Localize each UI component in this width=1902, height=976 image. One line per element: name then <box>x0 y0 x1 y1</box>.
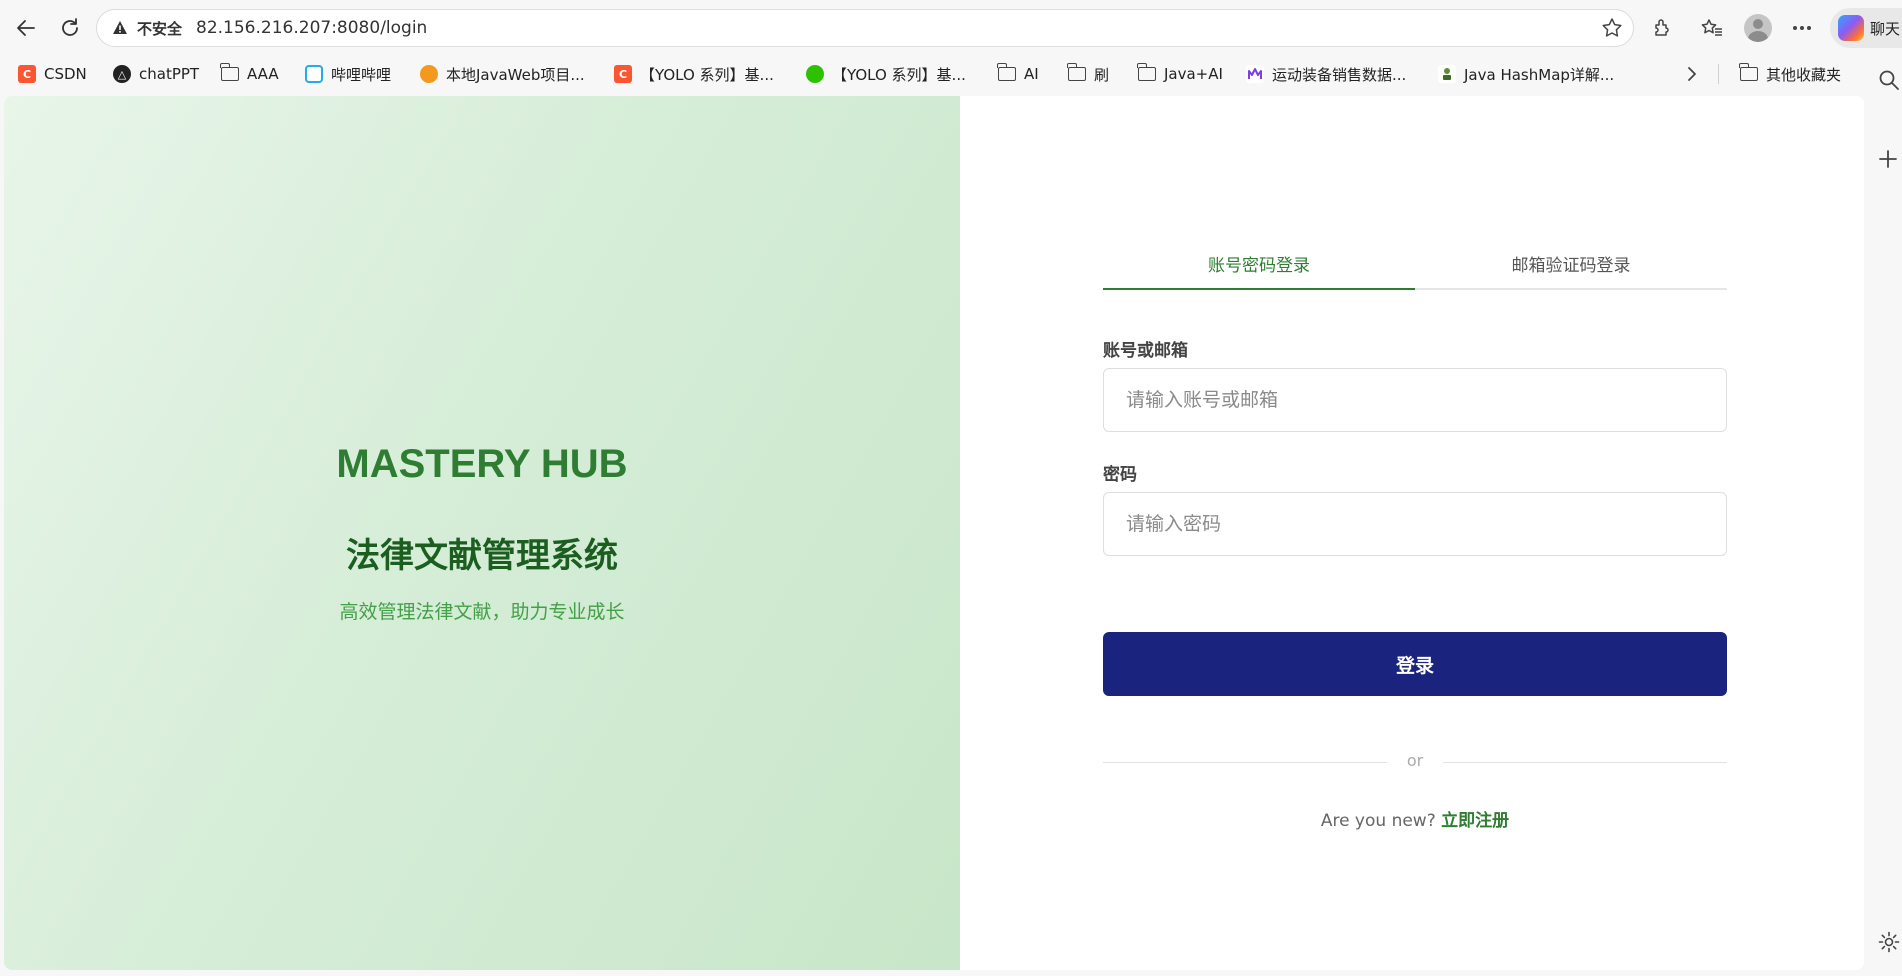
extensions-icon[interactable] <box>1648 14 1676 42</box>
bilibili-icon <box>305 65 323 83</box>
folder-icon <box>997 63 1016 81</box>
divider-line-right <box>1443 762 1727 763</box>
csdn-icon: C <box>614 65 632 83</box>
bookmarks-separator <box>1718 64 1719 84</box>
search-icon[interactable] <box>1878 69 1900 95</box>
insecure-label[interactable]: 不安全 <box>137 18 182 39</box>
folder-icon <box>1137 63 1156 81</box>
password-label: 密码 <box>1103 465 1137 485</box>
bookmark-label: AI <box>1024 65 1039 83</box>
copilot-label: 聊天 <box>1870 19 1901 38</box>
bookmark-bilibili[interactable]: 哔哩哔哩 <box>305 62 391 86</box>
bookmark-label: chatPPT <box>139 65 200 83</box>
tab-password-login[interactable]: 账号密码登录 <box>1103 246 1415 290</box>
bookmarks-overflow-chevron-icon[interactable] <box>1686 62 1698 86</box>
tab-email-code-login[interactable]: 邮箱验证码登录 <box>1415 246 1727 288</box>
page-viewport: MASTERY HUB 法律文献管理系统 高效管理法律文献，助力专业成长 账号密… <box>4 96 1864 970</box>
bookmark-folder-aaa[interactable]: AAA <box>220 62 279 86</box>
password-input[interactable] <box>1103 492 1727 556</box>
register-link[interactable]: 立即注册 <box>1441 811 1509 831</box>
bookmark-label: CSDN <box>44 65 87 83</box>
bookmark-folder-java-ai[interactable]: Java+AI <box>1137 62 1223 86</box>
account-label: 账号或邮箱 <box>1103 341 1188 361</box>
hero-panel: MASTERY HUB 法律文献管理系统 高效管理法律文献，助力专业成长 <box>4 96 960 970</box>
bookmark-label: Java HashMap详解... <box>1464 65 1615 84</box>
favorites-icon[interactable] <box>1698 14 1726 42</box>
profile-avatar[interactable] <box>1744 14 1772 42</box>
folder-icon <box>220 63 239 81</box>
bookmark-csdn[interactable]: C CSDN <box>18 62 87 86</box>
side-panel-strip <box>1864 55 1902 976</box>
login-button[interactable]: 登录 <box>1103 632 1727 696</box>
settings-gear-icon[interactable] <box>1878 931 1900 957</box>
more-icon[interactable] <box>1788 14 1816 42</box>
wechat-icon <box>806 65 824 83</box>
bookmark-label: Java+AI <box>1164 65 1223 83</box>
bookmark-sales[interactable]: 运动装备销售数据... <box>1246 62 1406 86</box>
hero-subtitle: 法律文献管理系统 <box>346 536 618 576</box>
register-row: Are you new? 立即注册 <box>1103 806 1727 831</box>
login-tabs: 账号密码登录 邮箱验证码登录 <box>1103 246 1727 290</box>
refresh-icon[interactable] <box>54 12 86 44</box>
star-icon[interactable] <box>1601 17 1623 39</box>
divider-or: or <box>1390 751 1440 770</box>
warning-icon[interactable] <box>111 19 129 37</box>
browser-toolbar: 不安全 82.156.216.207:8080/login 聊天 <box>0 0 1902 55</box>
bookmark-label: 刷 <box>1094 65 1110 84</box>
sales-icon <box>1246 65 1264 83</box>
register-prompt: Are you new? <box>1320 811 1436 831</box>
login-form-panel: 账号密码登录 邮箱验证码登录 账号或邮箱 密码 登录 or Are you ne… <box>960 96 1864 970</box>
add-icon[interactable] <box>1878 149 1898 173</box>
copilot-icon <box>1838 15 1864 41</box>
bookmark-label: 其他收藏夹 <box>1766 65 1842 84</box>
bookmark-hashmap[interactable]: Java HashMap详解... <box>1438 62 1614 86</box>
hero-title: MASTERY HUB <box>336 442 628 486</box>
folder-icon <box>1067 63 1086 81</box>
bookmark-label: 【YOLO 系列】基... <box>832 65 966 84</box>
bookmark-folder-ai[interactable]: AI <box>997 62 1039 86</box>
bookmark-javaweb[interactable]: 本地JavaWeb项目... <box>420 62 585 86</box>
account-input[interactable] <box>1103 368 1727 432</box>
chatppt-icon: △ <box>113 65 131 83</box>
hero-tagline: 高效管理法律文献，助力专业成长 <box>339 601 625 623</box>
bookmark-label: AAA <box>247 65 279 83</box>
bookmark-label: 运动装备销售数据... <box>1272 65 1407 84</box>
javaweb-icon <box>420 65 438 83</box>
bookmark-other-favorites[interactable]: 其他收藏夹 <box>1739 62 1842 86</box>
bookmark-label: 本地JavaWeb项目... <box>446 65 585 84</box>
url-text[interactable]: 82.156.216.207:8080/login <box>196 18 427 38</box>
hashmap-icon <box>1438 65 1456 83</box>
folder-icon <box>1739 63 1758 81</box>
bookmark-label: 【YOLO 系列】基... <box>640 65 774 84</box>
bookmark-label: 哔哩哔哩 <box>331 65 392 84</box>
back-icon[interactable] <box>10 12 42 44</box>
bookmark-folder-shua[interactable]: 刷 <box>1067 62 1110 86</box>
address-bar[interactable]: 不安全 82.156.216.207:8080/login <box>96 9 1634 47</box>
divider-line-left <box>1103 762 1387 763</box>
copilot-button[interactable]: 聊天 <box>1830 8 1902 48</box>
csdn-icon: C <box>18 65 36 83</box>
bookmark-yolo-wechat[interactable]: 【YOLO 系列】基... <box>806 62 966 86</box>
bookmark-chatppt[interactable]: △ chatPPT <box>113 62 199 86</box>
bookmark-yolo-csdn[interactable]: C 【YOLO 系列】基... <box>614 62 774 86</box>
